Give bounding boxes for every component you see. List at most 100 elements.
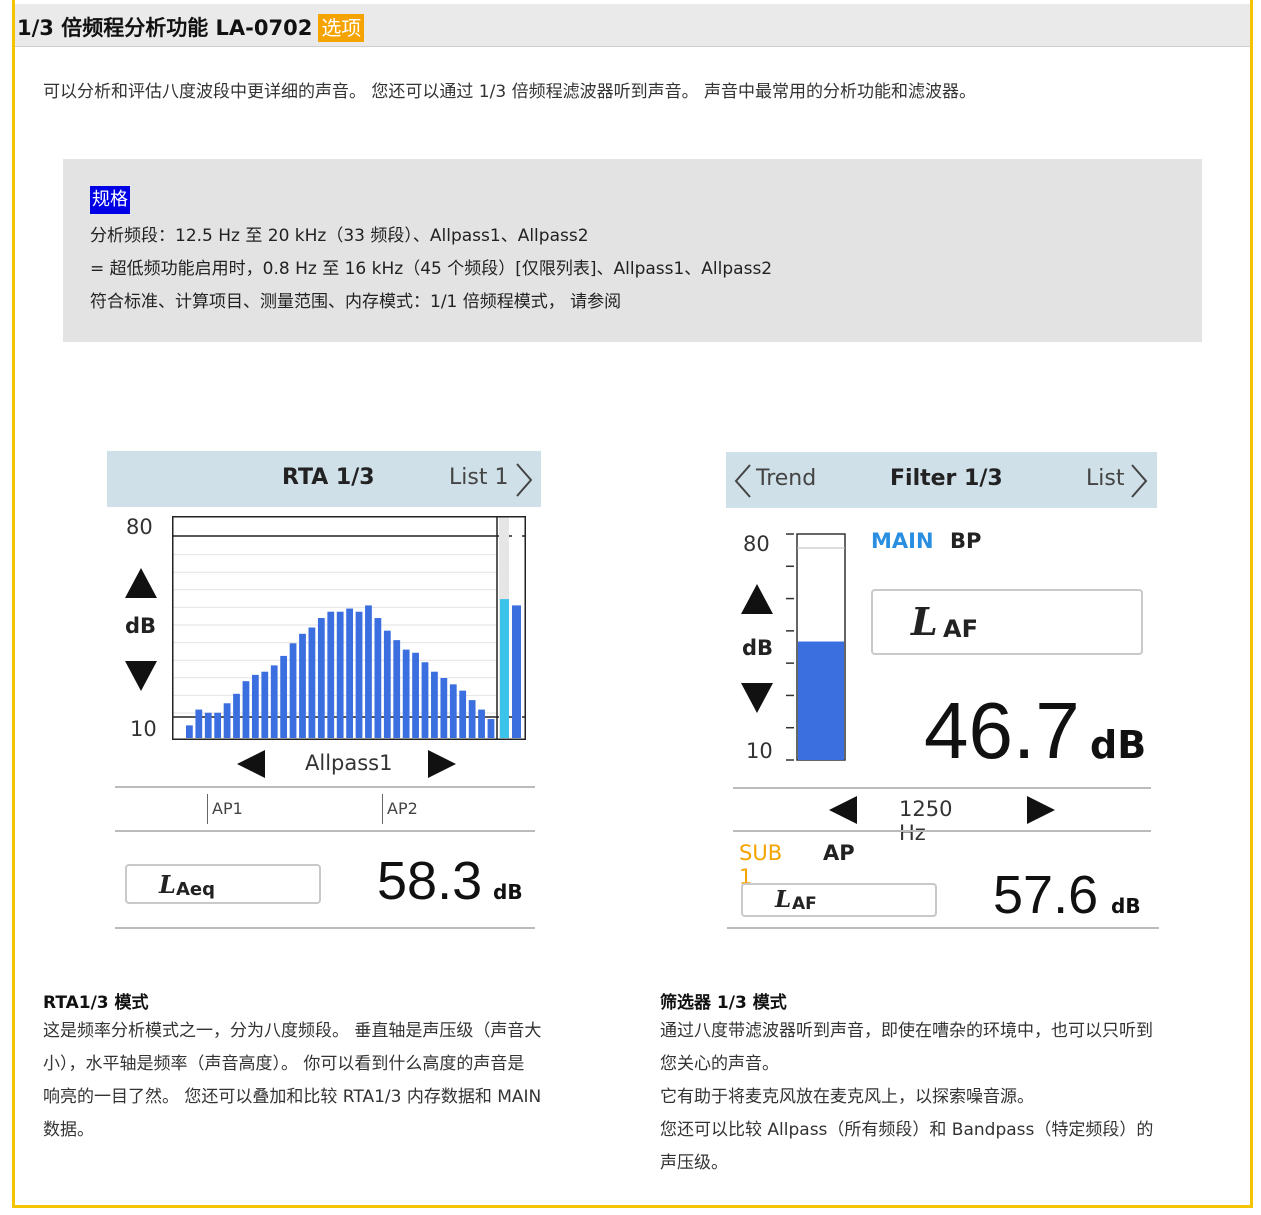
measure-label-sub: AF	[943, 615, 978, 643]
chevron-right-icon[interactable]	[1128, 462, 1150, 500]
main-mode: BP	[950, 529, 982, 553]
level-up-icon[interactable]	[125, 568, 157, 598]
divider	[727, 927, 1159, 929]
next-band-icon[interactable]	[428, 750, 456, 778]
spectrum-bar	[299, 633, 306, 738]
spectrum-bar	[412, 652, 419, 738]
chevron-right-icon[interactable]	[513, 461, 535, 499]
chevron-left-icon[interactable]	[732, 462, 754, 500]
sub-measure-label-main: L	[775, 886, 792, 913]
measure-label-box: L Aeq	[125, 864, 321, 904]
rta-desc-line: 响亮的一目了然。 您还可以叠加和比较 RTA1/3 内存数据和 MAIN	[43, 1087, 542, 1107]
axis-bottom-label: 10	[746, 739, 773, 763]
filter-desc-line: 您关心的声音。	[660, 1054, 779, 1074]
filter-level-meter	[786, 533, 846, 761]
axis-unit-label: dB	[742, 636, 774, 660]
spectrum-bar	[346, 608, 353, 738]
spectrum-bar	[233, 693, 240, 738]
next-frequency-icon[interactable]	[1027, 796, 1055, 824]
spec-line: 符合标准、计算项目、测量范围、内存模式：1/1 倍频程模式， 请参阅	[90, 292, 622, 312]
rta-desc-line: 数据。	[43, 1120, 94, 1140]
spectrum-bar	[449, 684, 457, 738]
frequency-selector[interactable]: 1250 Hz	[899, 797, 952, 845]
axis-top-label: 80	[126, 515, 153, 539]
allpass-bar	[500, 599, 509, 738]
spec-box: 规格 分析频段：12.5 Hz 至 20 kHz（33 频段）、Allpass1…	[63, 159, 1202, 342]
spectrum-bar	[374, 618, 382, 738]
level-unit: dB	[1090, 723, 1147, 767]
level-up-icon[interactable]	[741, 584, 773, 614]
spectrum-bar	[402, 649, 410, 738]
spectrum-bar	[478, 709, 485, 738]
spectrum-bar	[421, 662, 429, 738]
level-value: 46.7	[924, 686, 1080, 775]
axis-unit-label: dB	[125, 614, 157, 638]
spectrum-bar	[251, 674, 259, 738]
spectrum-bar	[214, 712, 222, 738]
spectrum-bar	[383, 630, 391, 738]
sub-label: SUB 1	[739, 841, 783, 889]
spectrum-bar	[195, 709, 203, 738]
level-down-icon[interactable]	[741, 683, 773, 713]
section-title-bar: 1/3 倍频程分析功能 LA-0702 选项	[15, 4, 1250, 47]
spectrum-bar	[468, 700, 476, 738]
spectrum-bar	[289, 643, 297, 738]
divider	[115, 927, 535, 929]
spectrum-bar	[270, 665, 278, 738]
list-nav-button[interactable]: List	[1086, 466, 1124, 491]
axis-bottom-label: 10	[130, 717, 157, 741]
spec-tag: 规格	[90, 186, 130, 214]
divider	[733, 830, 1151, 832]
spectrum-bar	[308, 627, 316, 738]
filter-desc-line: 它有助于将麦克风放在麦克风上，以探索噪音源。	[660, 1087, 1034, 1107]
ap1-tick	[207, 794, 208, 824]
divider	[115, 786, 535, 788]
list-nav-label: List 1	[449, 465, 509, 490]
filter-desc-line: 您还可以比较 Allpass（所有频段）和 Bandpass（特定频段）的	[660, 1120, 1154, 1140]
spectrum-bar	[186, 725, 193, 738]
rta-desc-line: 这是频率分析模式之一，分为八度频段。 垂直轴是声压级（声音大	[43, 1021, 542, 1041]
spectrum-bar	[242, 681, 250, 738]
rta-spectrum-chart	[172, 516, 526, 740]
sub-mode: AP	[823, 841, 855, 865]
filter-title: Filter 1/3	[890, 466, 1003, 491]
spectrum-bar	[440, 678, 448, 738]
rta-desc: 这是频率分析模式之一，分为八度频段。 垂直轴是声压级（声音大 小），水平轴是频率…	[43, 1015, 541, 1147]
prev-frequency-icon[interactable]	[829, 796, 857, 824]
rta-desc-line: 小），水平轴是频率（声音高度）。 你可以看到什么高度的声音是	[43, 1054, 525, 1074]
filter-desc-title: 筛选器 1/3 模式	[660, 993, 787, 1013]
spec-line: = 超低频功能启用时，0.8 Hz 至 16 kHz（45 个频段）[仅限列表]…	[90, 259, 773, 279]
band-selector[interactable]: Allpass1	[305, 751, 392, 775]
main-label: MAIN	[871, 529, 934, 553]
rta-desc-title: RTA1/3 模式	[43, 993, 149, 1013]
spectrum-bar	[431, 671, 438, 738]
level-down-icon[interactable]	[125, 661, 157, 691]
filter-desc-line: 声压级。	[660, 1153, 728, 1173]
spectrum-bar	[280, 655, 288, 738]
spectrum-bar	[327, 611, 335, 738]
allpass-bar	[512, 605, 521, 738]
spectrum-bar	[355, 611, 363, 738]
measure-label-main: L	[159, 870, 176, 899]
divider	[733, 787, 1151, 789]
level-unit: dB	[493, 880, 523, 904]
spectrum-bar	[261, 671, 269, 738]
sub-measure-label-box: L AF	[741, 883, 937, 917]
ap1-marker: AP1	[212, 799, 243, 818]
level-value: 58.3	[377, 851, 483, 911]
measure-label-box: L AF	[871, 589, 1143, 655]
ap2-tick	[382, 794, 383, 824]
spectrum-bar	[204, 712, 212, 738]
section-title-text: 1/3 倍频程分析功能 LA-0702	[17, 16, 313, 40]
prev-band-icon[interactable]	[237, 750, 265, 778]
meter-fill	[798, 641, 844, 760]
rta-header: RTA 1/3 List 1	[107, 451, 541, 507]
option-badge: 选项	[318, 14, 365, 42]
sub-level-unit: dB	[1111, 894, 1141, 918]
spectrum-bar	[393, 640, 401, 738]
filter-header: Trend Filter 1/3 List	[726, 452, 1157, 508]
filter-desc: 通过八度带滤波器听到声音，即使在嘈杂的环境中，也可以只听到 您关心的声音。 它有…	[660, 1015, 1153, 1180]
trend-nav-button[interactable]: Trend	[756, 466, 816, 491]
list-nav-button[interactable]: List 1	[449, 465, 508, 490]
measure-label-sub: Aeq	[176, 879, 216, 900]
